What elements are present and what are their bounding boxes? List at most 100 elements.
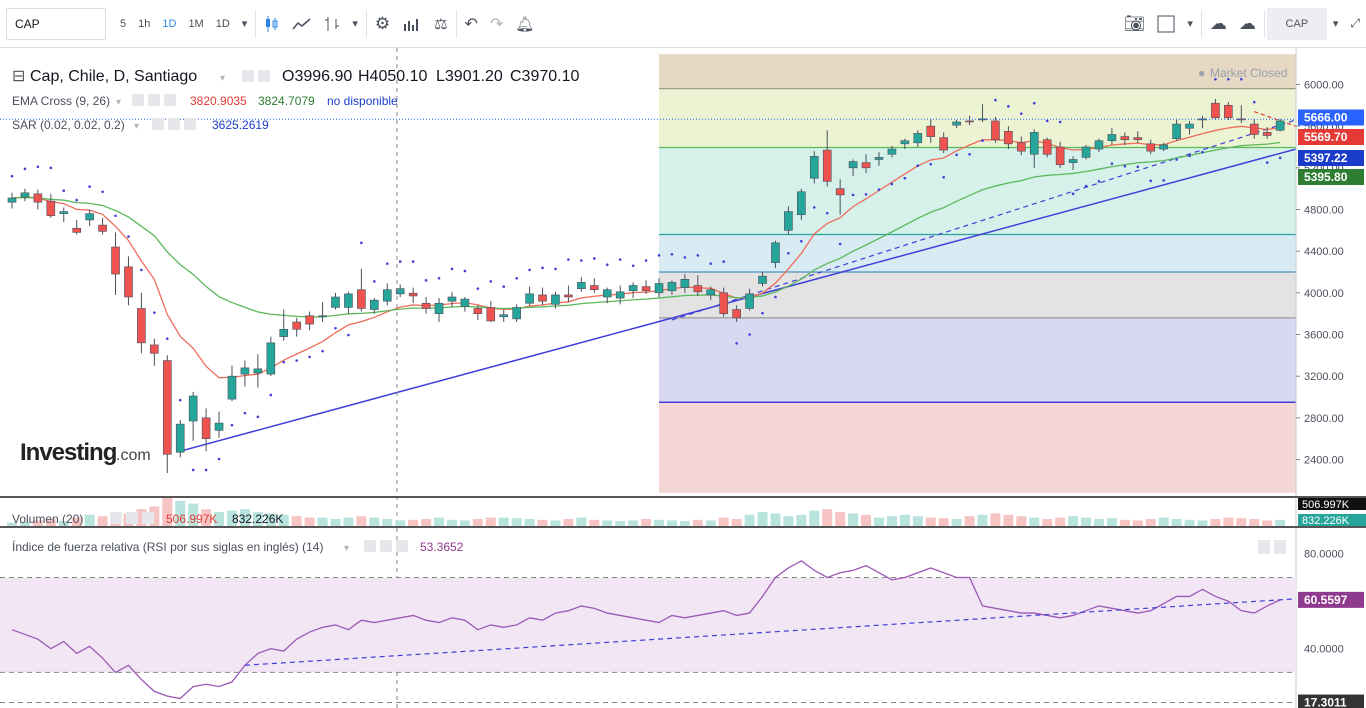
- candle-body: [615, 291, 625, 299]
- chevron-down-icon[interactable]: ▾: [1181, 8, 1199, 40]
- volume-bar: [511, 518, 522, 526]
- compare-icon[interactable]: ⚖: [428, 8, 453, 40]
- sar-dot: [49, 166, 53, 170]
- candle-body: [499, 314, 509, 318]
- bars-icon[interactable]: [318, 8, 346, 40]
- sar-dot: [373, 280, 376, 283]
- volume-bar: [459, 520, 470, 526]
- eye-icon[interactable]: [132, 94, 144, 106]
- area-chart-icon[interactable]: [286, 8, 318, 40]
- candle-body: [693, 285, 703, 293]
- volume-bar: [899, 514, 910, 526]
- eye-icon[interactable]: [242, 70, 254, 82]
- volume-bar: [369, 517, 380, 526]
- candle-body: [370, 299, 379, 310]
- sar-dot: [1162, 179, 1165, 182]
- volume-bar: [395, 520, 406, 526]
- chevron-down-icon[interactable]: ▾: [1327, 8, 1345, 40]
- settings-icon[interactable]: [380, 540, 392, 552]
- candle-body: [344, 293, 353, 308]
- legend-dropdown-icon[interactable]: ▾: [134, 121, 139, 132]
- cloud-load-icon[interactable]: ☁: [1204, 8, 1233, 40]
- volume-bar: [343, 517, 354, 526]
- indicators-icon[interactable]: [396, 8, 428, 40]
- candle-body: [861, 162, 871, 169]
- compare-symbol-button[interactable]: CAP: [1266, 7, 1327, 40]
- chevron-down-icon[interactable]: ▾: [346, 8, 364, 40]
- fib-zone: [659, 402, 1296, 493]
- settings-icon[interactable]: [148, 94, 160, 106]
- eye-icon[interactable]: [364, 540, 376, 552]
- volume-bar: [1223, 517, 1234, 526]
- cloud-save-icon[interactable]: ☁: [1233, 8, 1262, 40]
- pane-down-icon[interactable]: [1274, 540, 1286, 554]
- candle-body: [564, 294, 573, 298]
- alert-icon[interactable]: 🔔︎: [509, 8, 540, 40]
- gear-icon[interactable]: ⚙: [369, 8, 396, 40]
- camera-icon[interactable]: 📷︎: [1118, 8, 1152, 40]
- interval-5[interactable]: 5: [114, 8, 132, 40]
- candle-body: [1237, 118, 1246, 121]
- candle-body: [991, 120, 1000, 140]
- sar-dot: [1201, 150, 1204, 154]
- settings-icon[interactable]: [168, 118, 180, 130]
- candle-body: [1055, 146, 1065, 165]
- investing-logo-suffix: .com: [116, 447, 151, 464]
- sar-dot: [308, 355, 311, 359]
- volume-bar: [1171, 519, 1182, 526]
- rsi-band: [0, 577, 1296, 673]
- ema-legend-label: EMA Cross (9, 26): [12, 94, 110, 108]
- eye-icon[interactable]: [110, 512, 122, 524]
- close-icon[interactable]: [396, 540, 408, 552]
- candle-body: [188, 395, 198, 422]
- settings-icon[interactable]: [126, 512, 138, 524]
- candle-body: [175, 423, 185, 453]
- close-icon[interactable]: [184, 118, 196, 130]
- collapse-legend-icon[interactable]: ⊟: [12, 68, 25, 85]
- sar-dot: [1007, 105, 1010, 108]
- close-icon[interactable]: [142, 512, 154, 524]
- legend-dropdown-icon[interactable]: ▾: [344, 543, 349, 554]
- candle-body: [551, 294, 560, 305]
- sar-dot: [282, 360, 286, 364]
- candle-body: [150, 344, 159, 354]
- interval-custom[interactable]: 1D: [210, 8, 236, 40]
- candle-body: [577, 282, 586, 289]
- candle-body: [124, 266, 133, 298]
- sar-dot: [644, 259, 648, 262]
- candle-body: [318, 315, 327, 318]
- interval-1m[interactable]: 1M: [182, 8, 209, 40]
- sar-dot: [437, 276, 441, 280]
- ema-slow-value: 3824.7079: [258, 94, 315, 108]
- chevron-down-icon[interactable]: ▾: [236, 8, 254, 40]
- interval-1d[interactable]: 1D: [156, 8, 182, 40]
- candle-body: [279, 329, 289, 337]
- price-tick-label: 6000.00: [1304, 79, 1344, 91]
- close-icon[interactable]: [164, 94, 176, 106]
- pane-up-icon[interactable]: [1258, 540, 1270, 554]
- candle-body: [486, 307, 496, 322]
- sar-dot: [347, 333, 350, 337]
- sar-dot: [62, 189, 66, 193]
- symbol-search-input[interactable]: CAP: [6, 7, 106, 40]
- volume-bar: [796, 514, 807, 526]
- volume-bar: [589, 519, 600, 526]
- layout-icon[interactable]: [1151, 8, 1181, 40]
- candle-body: [357, 289, 366, 309]
- undo-icon[interactable]: ↶: [459, 8, 484, 40]
- settings-icon[interactable]: [258, 70, 270, 82]
- candles-icon[interactable]: [258, 8, 286, 40]
- legend-dropdown-icon[interactable]: ▾: [220, 73, 225, 84]
- rsi-tick-label: 40.0000: [1304, 644, 1344, 656]
- fullscreen-icon[interactable]: ⤢: [1344, 8, 1366, 40]
- sar-dot: [256, 415, 260, 419]
- volume-bar: [1236, 518, 1247, 526]
- eye-icon[interactable]: [152, 118, 164, 130]
- redo-icon[interactable]: ↷: [484, 8, 509, 40]
- candle-body: [447, 296, 457, 302]
- legend-dropdown-icon[interactable]: ▾: [116, 97, 121, 108]
- interval-1h[interactable]: 1h: [132, 8, 156, 40]
- chart-canvas[interactable]: 6000.005600.005200.004800.004400.004000.…: [0, 48, 1366, 708]
- sar-dot: [140, 268, 143, 272]
- rsi-legend-label: Índice de fuerza relativa (RSI por sus s…: [12, 539, 323, 554]
